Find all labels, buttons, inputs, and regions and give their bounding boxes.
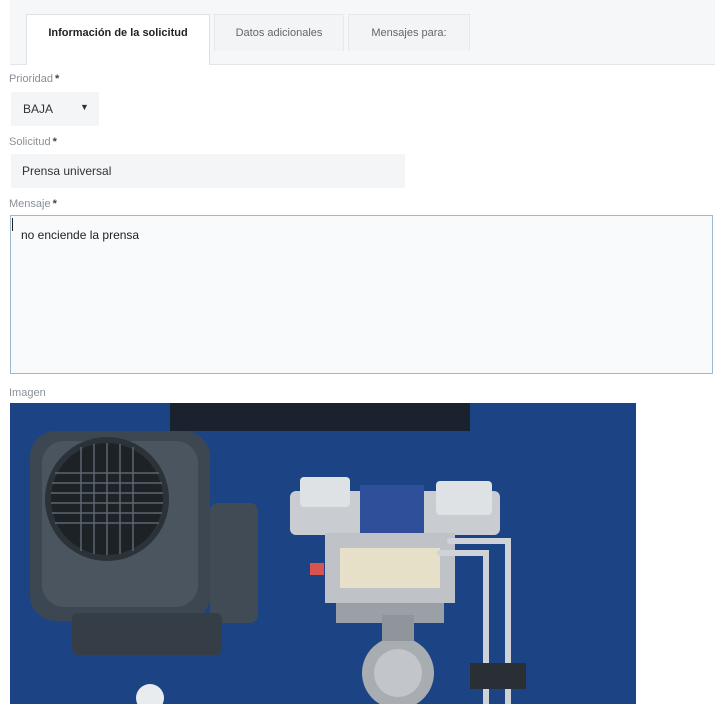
request-input[interactable]: Prensa universal	[11, 154, 405, 188]
tab-bar: Información de la solicitud Datos adicio…	[10, 0, 715, 65]
tab-datos-adicionales[interactable]: Datos adicionales	[214, 14, 344, 51]
hydraulic-unit-illustration	[10, 403, 636, 704]
priority-label: Prioridad *	[9, 73, 59, 85]
required-mark: *	[52, 198, 57, 210]
message-textarea[interactable]: no enciende la prensa	[10, 215, 713, 374]
tab-informacion-solicitud[interactable]: Información de la solicitud	[26, 14, 210, 65]
request-value: Prensa universal	[22, 164, 112, 178]
text-cursor	[12, 218, 13, 232]
image-label-text: Imagen	[9, 387, 46, 399]
priority-label-text: Prioridad	[9, 73, 54, 85]
chevron-down-icon: ▼	[80, 102, 89, 112]
message-value: no enciende la prensa	[21, 228, 140, 242]
message-label: Mensaje *	[9, 198, 57, 210]
priority-select[interactable]: BAJA ▼	[11, 92, 99, 126]
request-label: Solicitud *	[9, 136, 57, 148]
request-label-text: Solicitud	[9, 136, 51, 148]
required-mark: *	[55, 73, 60, 85]
priority-value: BAJA	[23, 102, 54, 116]
machine-photo	[10, 403, 636, 704]
required-mark: *	[52, 136, 57, 148]
message-label-text: Mensaje	[9, 198, 51, 210]
tab-mensajes-para[interactable]: Mensajes para:	[348, 14, 470, 51]
image-label: Imagen	[9, 387, 46, 399]
